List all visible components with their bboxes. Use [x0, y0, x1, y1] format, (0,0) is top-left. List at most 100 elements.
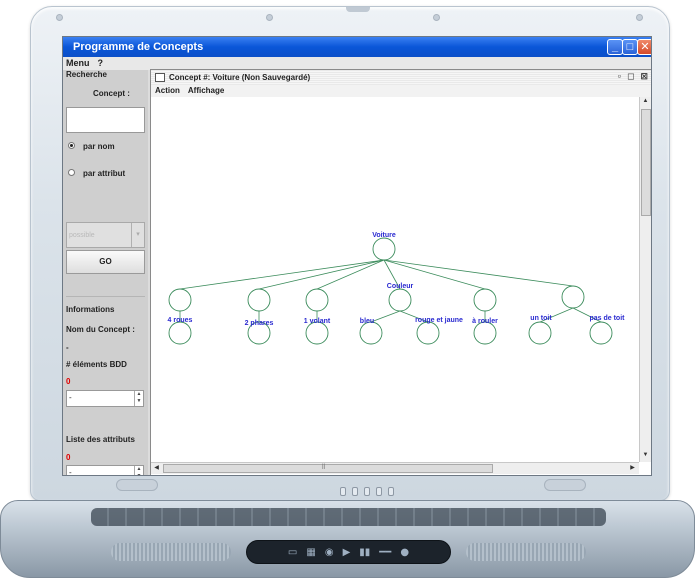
spinner-arrows-icon[interactable]: ▲ ▼ — [134, 466, 143, 475]
tree-node-circle — [168, 321, 192, 345]
screw-icon — [56, 14, 63, 21]
tree-node-circle — [305, 288, 329, 312]
tree-node-label: un toit — [530, 315, 552, 322]
spinner-arrows-icon[interactable]: ▲ ▼ — [134, 391, 143, 406]
tree-node-label: bleu — [360, 318, 374, 325]
attributes-spinner[interactable]: - ▲ ▼ — [66, 465, 144, 476]
vertical-scroll-thumb[interactable] — [641, 109, 651, 216]
tree-node-label: pas de toit — [589, 315, 625, 322]
tree-node-circle — [247, 288, 271, 312]
tree-node-label: à rouler — [472, 318, 498, 325]
attribute-combo[interactable]: possible ▾ — [66, 222, 145, 248]
minimize-button[interactable]: _ — [607, 39, 623, 55]
concept-canvas[interactable]: Voiture 4 roues 2 phares 1 volant Couleur ble… — [151, 97, 639, 462]
radio-by-name-label: par nom — [83, 142, 115, 151]
frame-minimize-icon[interactable]: ▫ — [618, 71, 621, 82]
concept-tree: Voiture 4 roues 2 phares 1 volant Couleur ble… — [168, 232, 625, 345]
screw-icon — [433, 14, 440, 21]
menu-item-menu[interactable]: Menu — [66, 58, 90, 70]
frame-maximize-icon[interactable]: ◻ — [627, 71, 634, 82]
hinge-right — [544, 479, 586, 491]
search-panel: Recherche Concept : par nom par attribut… — [63, 70, 148, 476]
window-title: Programme de Concepts — [73, 41, 204, 53]
led-icon — [364, 487, 370, 496]
led-icon — [388, 487, 394, 496]
chevron-down-icon[interactable]: ▾ — [131, 223, 144, 247]
tree-node-circle — [528, 321, 552, 345]
count-label: # éléments BDD — [66, 360, 127, 369]
tree-node-label: 1 volant — [304, 318, 331, 325]
concept-label: Concept : — [93, 89, 130, 98]
info-header: Informations — [66, 305, 115, 314]
media-icon[interactable]: ▶ — [343, 547, 351, 558]
concept-frame: Concept #: Voiture (Non Sauvegardé) ▫ ◻ … — [150, 69, 651, 475]
scroll-right-icon[interactable]: ▶ — [627, 464, 638, 471]
count-spinner-value: - — [69, 393, 72, 402]
frame-controls: ▫ ◻ ⊠ — [618, 71, 648, 82]
menu-item-action[interactable]: Action — [155, 86, 180, 97]
led-icon — [352, 487, 358, 496]
count-value: 0 — [66, 377, 71, 386]
tree-node-circle — [359, 321, 383, 345]
scroll-grip: ll — [322, 464, 326, 471]
concept-input[interactable] — [66, 107, 145, 133]
concept-name-value: - — [66, 343, 69, 352]
status-leds — [340, 487, 394, 496]
scroll-up-icon[interactable]: ▲ — [640, 98, 651, 104]
webcam — [346, 7, 370, 12]
media-icon[interactable]: ▮▮ — [359, 547, 370, 558]
hinge-left — [116, 479, 158, 491]
tree-node-circle — [305, 321, 329, 345]
speaker-grille — [111, 543, 231, 561]
tree-node-label: 4 roues — [168, 317, 193, 324]
horizontal-scrollbar[interactable]: ◀ ll ▶ — [151, 462, 639, 474]
vertical-scrollbar[interactable]: ▲ ▼ — [639, 97, 651, 462]
menu-item-affichage[interactable]: Affichage — [188, 86, 224, 97]
media-button-bar: ▭ ▦ ◉ ▶ ▮▮ ━━ ● — [246, 540, 451, 564]
concept-frame-titlebar: Concept #: Voiture (Non Sauvegardé) ▫ ◻ … — [151, 70, 651, 85]
go-button[interactable]: GO — [66, 250, 145, 274]
attributes-spinner-value: - — [69, 468, 72, 476]
screw-icon — [266, 14, 273, 21]
menu-item-help[interactable]: ? — [98, 58, 104, 70]
horizontal-scroll-thumb[interactable]: ll — [163, 464, 493, 473]
combo-value: possible — [69, 232, 95, 239]
tree-node-circle — [388, 288, 412, 312]
media-icon[interactable]: ▦ — [306, 547, 315, 558]
tree-edge — [179, 259, 385, 290]
tree-node-circle — [372, 237, 396, 261]
radio-by-name[interactable] — [68, 142, 75, 149]
media-icon[interactable]: ● — [400, 547, 409, 558]
tree-edge — [258, 259, 385, 290]
speaker-grille — [466, 543, 586, 561]
tree-node-label: rouge et jaune — [415, 317, 463, 324]
tree-edge — [370, 310, 401, 323]
media-icon[interactable]: ◉ — [325, 547, 334, 558]
count-spinner[interactable]: - ▲ ▼ — [66, 390, 144, 407]
radio-by-attribute[interactable] — [68, 169, 75, 176]
led-icon — [340, 487, 346, 496]
scroll-down-icon[interactable]: ▼ — [640, 452, 651, 458]
tree-node-circle — [168, 288, 192, 312]
divider — [66, 296, 145, 297]
radio-by-attribute-label: par attribut — [83, 169, 126, 178]
window-titlebar: Programme de Concepts — [63, 37, 651, 57]
media-icon[interactable]: ━━ — [379, 547, 391, 558]
search-header: Recherche — [66, 70, 107, 79]
tree-node-circle — [473, 288, 497, 312]
frame-close-icon[interactable]: ⊠ — [640, 71, 648, 82]
tree-node-label: Couleur — [387, 283, 414, 290]
attributes-count: 0 — [66, 453, 71, 462]
media-icon[interactable]: ▭ — [288, 547, 297, 558]
scroll-left-icon[interactable]: ◀ — [151, 464, 162, 471]
close-button[interactable]: ✕ — [637, 39, 651, 55]
concept-name-label: Nom du Concept : — [66, 325, 135, 334]
tree-node-circle — [561, 285, 585, 309]
laptop-screen: Programme de Concepts _ □ ✕ Menu ? Reche… — [62, 36, 652, 476]
keyboard — [91, 508, 606, 526]
maximize-button[interactable]: □ — [622, 39, 638, 55]
led-icon — [376, 487, 382, 496]
tree-edge — [316, 259, 385, 290]
frame-icon — [155, 73, 165, 82]
frame-menubar: Action Affichage — [151, 85, 651, 97]
